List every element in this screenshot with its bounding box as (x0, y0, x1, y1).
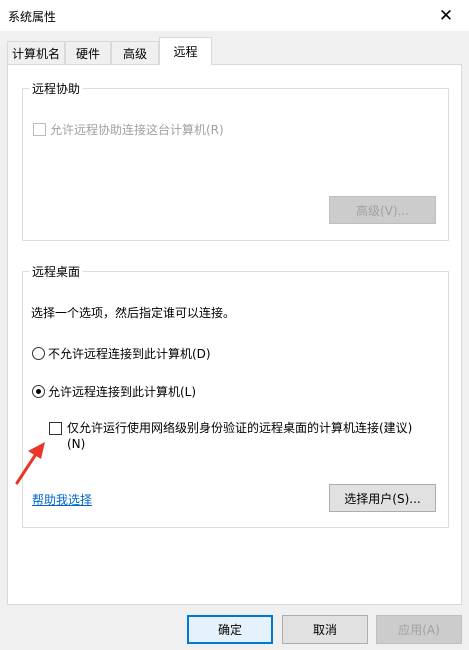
remote-desktop-instruction: 选择一个选项，然后指定谁可以连接。 (31, 306, 236, 320)
tab-computer-name[interactable]: 计算机名 (7, 41, 65, 64)
tab-remote[interactable]: 远程 (159, 37, 212, 65)
advanced-button[interactable]: 高级(V)... (329, 196, 436, 224)
allow-remote-assistance-checkbox[interactable] (33, 123, 46, 136)
ok-button-label: 确定 (217, 623, 242, 637)
deny-remote-connections-option[interactable]: 不允许远程连接到此计算机(D) (32, 345, 211, 362)
annotation-arrow-icon (15, 442, 45, 485)
help-me-choose-link[interactable]: 帮助我选择 (32, 491, 92, 508)
tab-label: 远程 (173, 45, 198, 59)
select-users-button[interactable]: 选择用户(S)... (329, 484, 436, 512)
close-button[interactable]: ✕ (423, 0, 469, 31)
allow-remote-assistance-label: 允许远程协助连接这台计算机(R) (50, 123, 224, 137)
title-bar: 系统属性 ✕ (0, 0, 469, 31)
close-icon: ✕ (438, 5, 454, 26)
tab-hardware[interactable]: 硬件 (65, 41, 111, 64)
tab-panel-remote: 远程协助 允许远程协助连接这台计算机(R) 高级(V)... 远程桌面 选择一个… (7, 64, 462, 605)
nla-label-line2: (N) (67, 437, 86, 451)
allow-remote-assistance-row[interactable]: 允许远程协助连接这台计算机(R) (33, 121, 224, 138)
tab-advanced[interactable]: 高级 (111, 41, 159, 64)
ok-button[interactable]: 确定 (187, 615, 273, 644)
cancel-button[interactable]: 取消 (282, 615, 368, 644)
advanced-button-label: 高级(V)... (355, 203, 410, 218)
allow-remote-connections-option[interactable]: 允许远程连接到此计算机(L) (32, 383, 196, 400)
remote-desktop-group: 远程桌面 选择一个选项，然后指定谁可以连接。 不允许远程连接到此计算机(D) 允… (22, 263, 449, 528)
remote-desktop-group-label: 远程桌面 (29, 263, 84, 280)
apply-button-label: 应用(A) (398, 623, 440, 637)
apply-button[interactable]: 应用(A) (376, 615, 462, 644)
cancel-button-label: 取消 (312, 623, 337, 637)
remote-assistance-group-label: 远程协助 (29, 80, 84, 97)
tab-label: 高级 (122, 46, 147, 61)
deny-remote-connections-label: 不允许远程连接到此计算机(D) (48, 347, 211, 361)
nla-label-line1: 仅允许运行使用网络级别身份验证的远程桌面的计算机连接(建议) (67, 421, 413, 435)
tab-label: 硬件 (75, 46, 100, 61)
tab-label: 计算机名 (11, 46, 60, 61)
window-title: 系统属性 (8, 10, 57, 24)
nla-checkbox-label: 仅允许运行使用网络级别身份验证的远程桌面的计算机连接(建议) (N) (67, 420, 412, 452)
select-users-button-label: 选择用户(S)... (344, 491, 421, 506)
nla-checkbox[interactable] (49, 422, 62, 435)
allow-remote-connections-label: 允许远程连接到此计算机(L) (48, 385, 197, 399)
remote-assistance-group: 远程协助 允许远程协助连接这台计算机(R) 高级(V)... (22, 80, 449, 241)
allow-remote-connections-radio[interactable] (32, 385, 45, 398)
deny-remote-connections-radio[interactable] (32, 347, 45, 360)
